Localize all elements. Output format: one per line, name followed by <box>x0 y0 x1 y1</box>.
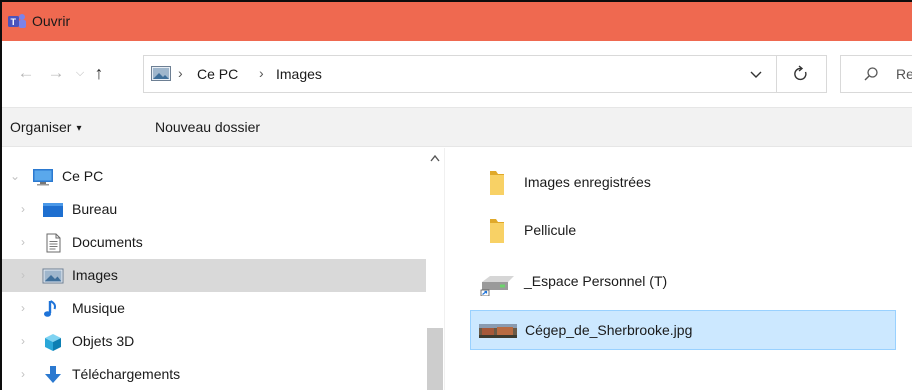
tree-item-label: Objets 3D <box>72 333 135 349</box>
tree-item-label: Bureau <box>72 201 118 217</box>
arrow-right-icon[interactable]: → <box>46 63 66 82</box>
computer-icon <box>33 169 53 186</box>
address-bar[interactable]: › Ce PC › Images <box>143 55 827 93</box>
navigation-row: ← → ⌵ ↑ › Ce PC › Images Re <box>2 41 912 107</box>
file-list: Images enregistrées Pellicule _Espace Pe… <box>444 148 912 390</box>
breadcrumb-images[interactable]: Images <box>276 66 322 82</box>
teams-app-icon: T <box>8 14 26 28</box>
breadcrumb-separator[interactable]: › <box>178 65 183 81</box>
refresh-icon[interactable] <box>792 64 810 84</box>
tree-item-label: Images <box>72 267 118 283</box>
address-divider <box>776 56 777 92</box>
file-name: Images enregistrées <box>524 174 651 190</box>
arrow-up-icon[interactable]: ↑ <box>90 63 108 83</box>
search-icon <box>864 67 878 81</box>
images-folder-icon <box>151 66 171 81</box>
file-name: Pellicule <box>524 222 577 238</box>
search-placeholder: Re <box>896 66 912 82</box>
tree-item-telechargements[interactable]: › Téléchargements <box>2 358 426 390</box>
list-item-cegep-image[interactable]: Cégep_de_Sherbrooke.jpg <box>470 310 896 350</box>
tree-item-label: Documents <box>72 234 143 250</box>
desktop-icon <box>43 203 63 217</box>
tree-item-label: Ce PC <box>62 168 104 184</box>
tree-item-label: Téléchargements <box>72 366 181 382</box>
chevron-right-icon[interactable]: › <box>21 268 33 282</box>
tree-item-documents[interactable]: › Documents <box>2 226 426 259</box>
navigation-pane: ⌄ Ce PC › Bureau › Documents › Images › … <box>2 148 444 390</box>
window-title: Ouvrir <box>32 13 71 29</box>
svg-text:T: T <box>11 17 17 27</box>
image-thumbnail-icon <box>479 324 517 338</box>
scroll-up-arrow-icon[interactable] <box>430 154 440 162</box>
tree-item-objets-3d[interactable]: › Objets 3D <box>2 325 426 358</box>
music-icon <box>44 300 56 317</box>
tree-item-musique[interactable]: › Musique <box>2 292 426 325</box>
chevron-right-icon[interactable]: › <box>21 235 33 249</box>
recent-locations-chevron-down-icon[interactable]: ⌵ <box>73 64 87 82</box>
organize-label: Organiser <box>10 119 72 135</box>
tree-item-label: Musique <box>72 300 125 316</box>
downloads-icon <box>45 366 61 383</box>
network-drive-shortcut-icon <box>480 276 514 296</box>
tree-item-bureau[interactable]: › Bureau <box>2 193 426 226</box>
search-input[interactable]: Re <box>840 55 912 93</box>
documents-icon <box>46 233 61 253</box>
breadcrumb-ce-pc[interactable]: Ce PC <box>197 66 238 82</box>
navigation-scrollbar[interactable] <box>426 148 444 390</box>
title-bar: T Ouvrir <box>2 2 912 41</box>
tree-item-images[interactable]: › Images <box>2 259 426 292</box>
file-name: _Espace Personnel (T) <box>524 273 668 289</box>
command-toolbar: Organiser ▾ Nouveau dossier <box>2 107 912 147</box>
list-item-espace-personnel[interactable]: _Espace Personnel (T) <box>470 262 896 302</box>
chevron-right-icon[interactable]: › <box>21 367 33 381</box>
chevron-right-icon[interactable]: › <box>21 202 33 216</box>
images-icon <box>42 268 64 284</box>
new-folder-button[interactable]: Nouveau dossier <box>155 119 260 135</box>
caret-down-icon: ▾ <box>76 123 82 134</box>
objects-3d-icon <box>45 334 61 351</box>
folder-icon <box>490 219 504 243</box>
chevron-down-icon[interactable] <box>748 67 764 81</box>
chevron-right-icon[interactable]: › <box>21 301 33 315</box>
chevron-right-icon[interactable]: › <box>21 334 33 348</box>
list-item-pellicule[interactable]: Pellicule <box>470 211 896 251</box>
tree-item-ce-pc[interactable]: ⌄ Ce PC <box>2 160 426 193</box>
breadcrumb-separator[interactable]: › <box>259 65 264 81</box>
arrow-left-icon[interactable]: ← <box>16 63 36 82</box>
scrollbar-thumb[interactable] <box>427 328 443 390</box>
file-name: Cégep_de_Sherbrooke.jpg <box>525 322 693 338</box>
list-item-images-enregistrees[interactable]: Images enregistrées <box>470 163 896 203</box>
organize-button[interactable]: Organiser ▾ <box>10 119 82 135</box>
folder-icon <box>490 171 504 195</box>
chevron-down-icon[interactable]: ⌄ <box>10 169 22 183</box>
